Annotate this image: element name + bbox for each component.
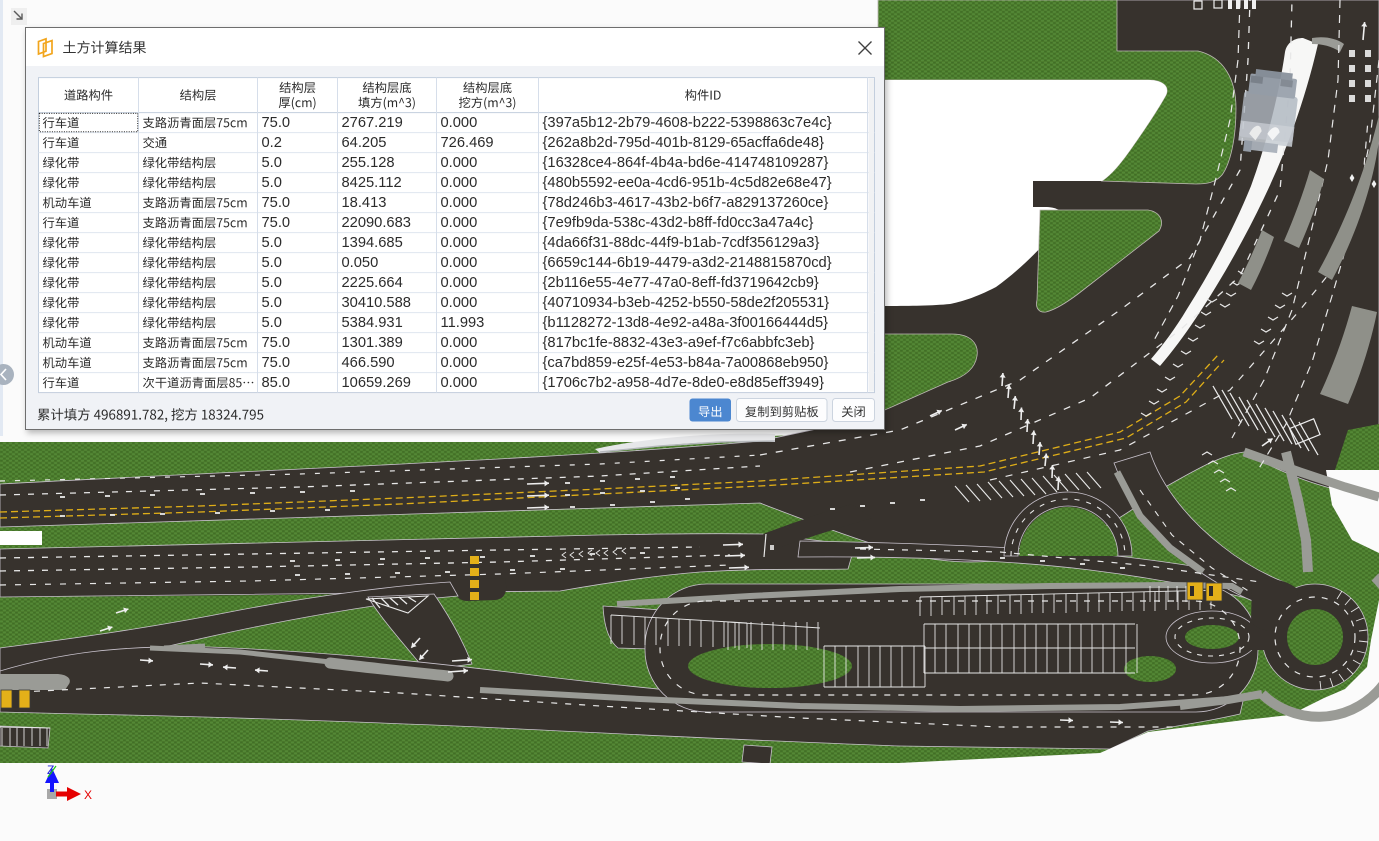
- svg-text:75.0: 75.0: [262, 335, 291, 351]
- svg-text:0.000: 0.000: [441, 235, 478, 251]
- svg-text:75.0: 75.0: [262, 355, 291, 371]
- svg-text:0.000: 0.000: [441, 375, 478, 391]
- svg-text:{b1128272-13d8-4e92-a48a-3f001: {b1128272-13d8-4e92-a48a-3f00166444d5}: [543, 315, 829, 331]
- svg-text:{480b5592-ee0a-4cd6-951b-4c5d8: {480b5592-ee0a-4cd6-951b-4c5d82e68e47}: [543, 175, 832, 191]
- svg-text:0.000: 0.000: [441, 275, 478, 291]
- svg-text:{397a5b12-2b79-4608-b222-53988: {397a5b12-2b79-4608-b222-5398863c7e4c}: [543, 115, 832, 131]
- svg-text:75.0: 75.0: [262, 195, 291, 211]
- svg-text:75.0: 75.0: [262, 215, 291, 231]
- svg-text:85.0: 85.0: [262, 375, 291, 391]
- svg-text:{ca7bd859-e25f-4e53-b84a-7a008: {ca7bd859-e25f-4e53-b84a-7a00868eb950}: [543, 355, 829, 371]
- svg-text:0.000: 0.000: [441, 215, 478, 231]
- svg-text:{16328ce4-864f-4b4a-bd6e-41474: {16328ce4-864f-4b4a-bd6e-414748109287}: [543, 155, 829, 171]
- svg-text:5.0: 5.0: [262, 175, 282, 191]
- svg-text:5.0: 5.0: [262, 315, 282, 331]
- svg-text:0.000: 0.000: [441, 115, 478, 131]
- svg-text:0.000: 0.000: [441, 355, 478, 371]
- svg-text:{78d246b3-4617-43b2-b6f7-a8291: {78d246b3-4617-43b2-b6f7-a829137260ce}: [543, 195, 829, 211]
- svg-text:1394.685: 1394.685: [342, 235, 403, 251]
- svg-text:0.000: 0.000: [441, 255, 478, 271]
- svg-text:{7e9fb9da-538c-43d2-b8ff-fd0cc: {7e9fb9da-538c-43d2-b8ff-fd0cc3a47a4c}: [543, 215, 814, 231]
- svg-text:2225.664: 2225.664: [342, 275, 403, 291]
- svg-text:5.0: 5.0: [262, 275, 282, 291]
- svg-text:{262a8b2d-795d-401b-8129-65acf: {262a8b2d-795d-401b-8129-65acffa6de48}: [543, 135, 825, 151]
- svg-text:{6659c144-6b19-4479-a3d2-21488: {6659c144-6b19-4479-a3d2-2148815870cd}: [543, 255, 832, 271]
- svg-text:11.993: 11.993: [441, 315, 485, 331]
- svg-text:30410.588: 30410.588: [342, 295, 411, 311]
- svg-text:22090.683: 22090.683: [342, 215, 411, 231]
- svg-text:1301.389: 1301.389: [342, 335, 403, 351]
- svg-text:0.000: 0.000: [441, 155, 478, 171]
- svg-text:75.0: 75.0: [262, 115, 291, 131]
- svg-text:0.000: 0.000: [441, 295, 478, 311]
- svg-text:0.2: 0.2: [262, 135, 282, 151]
- svg-text:8425.112: 8425.112: [342, 175, 402, 191]
- svg-text:18.413: 18.413: [342, 195, 387, 211]
- svg-text:5.0: 5.0: [262, 255, 282, 271]
- svg-text:{4da66f31-88dc-44f9-b1ab-7cdf3: {4da66f31-88dc-44f9-b1ab-7cdf356129a3}: [543, 235, 820, 251]
- svg-text:0.000: 0.000: [441, 195, 478, 211]
- svg-text:{817bc1fe-8832-43e3-a9ef-f7c6a: {817bc1fe-8832-43e3-a9ef-f7c6abbfc3eb}: [543, 335, 815, 351]
- svg-text:2767.219: 2767.219: [342, 115, 403, 131]
- svg-text:5.0: 5.0: [262, 235, 282, 251]
- svg-text:0.000: 0.000: [441, 175, 478, 191]
- svg-text:{1706c7b2-a958-4d7e-8de0-e8d85: {1706c7b2-a958-4d7e-8de0-e8d85eff3949}: [543, 375, 825, 391]
- svg-text:726.469: 726.469: [441, 135, 494, 151]
- svg-text:{2b116e55-4e77-47a0-8eff-fd371: {2b116e55-4e77-47a0-8eff-fd3719642cb9}: [543, 275, 819, 291]
- svg-text:255.128: 255.128: [342, 155, 395, 171]
- svg-text:5.0: 5.0: [262, 155, 282, 171]
- svg-text:10659.269: 10659.269: [342, 375, 411, 391]
- svg-text:0.000: 0.000: [441, 335, 478, 351]
- svg-text:{40710934-b3eb-4252-b550-58de2: {40710934-b3eb-4252-b550-58de2f205531}: [543, 295, 830, 311]
- svg-text:0.050: 0.050: [342, 255, 379, 271]
- svg-text:64.205: 64.205: [342, 135, 387, 151]
- svg-text:466.590: 466.590: [342, 355, 395, 371]
- svg-text:5.0: 5.0: [262, 295, 282, 311]
- svg-text:X: X: [84, 788, 92, 802]
- svg-text:5384.931: 5384.931: [342, 315, 403, 331]
